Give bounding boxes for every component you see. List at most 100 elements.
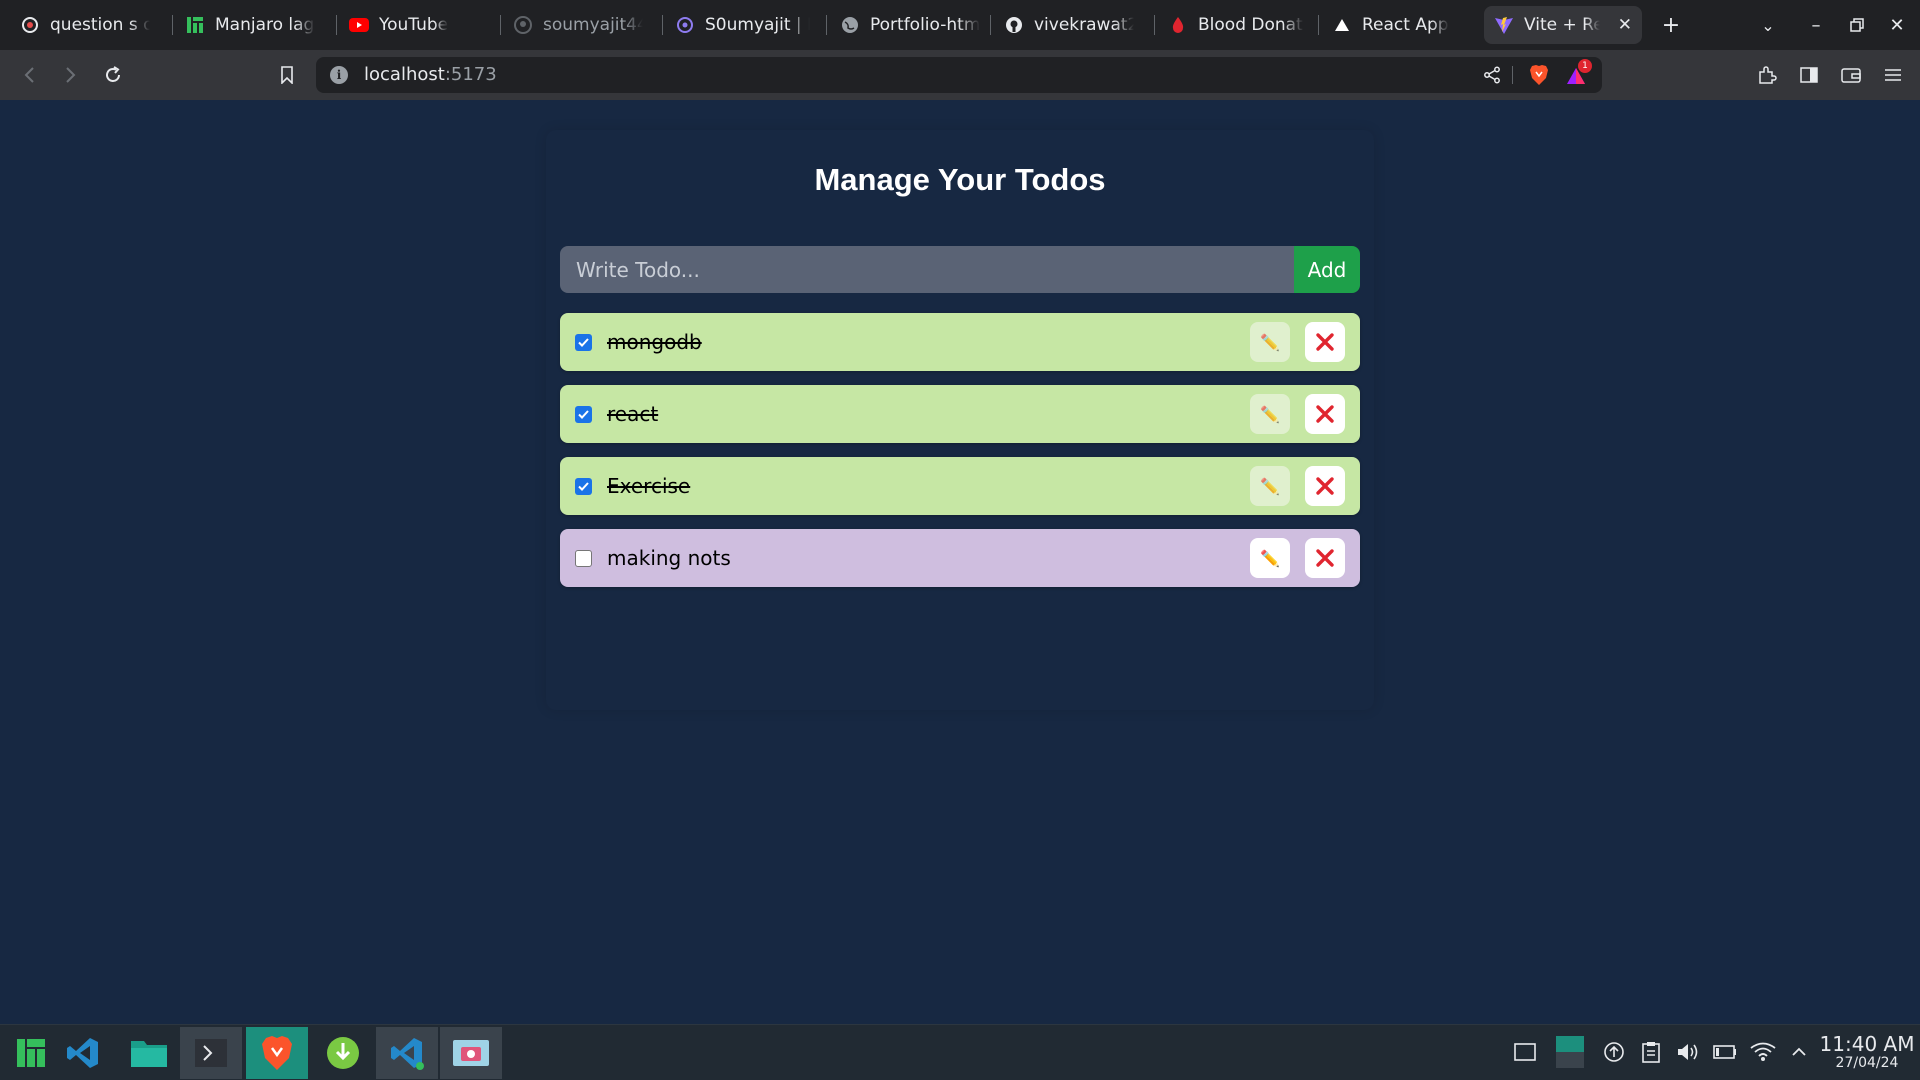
tab-label: Blood Donatio — [1198, 15, 1304, 35]
tab-github-soumyajit[interactable]: soumyajit441 — [503, 6, 653, 44]
edit-button[interactable]: ✏️ — [1250, 394, 1290, 434]
todo-text: making nots — [607, 546, 731, 570]
tab-label: S0umyajit | P — [705, 15, 810, 35]
edit-button[interactable]: ✏️ — [1250, 322, 1290, 362]
close-tab-icon[interactable]: ✕ — [1618, 15, 1632, 35]
cross-icon — [1316, 405, 1334, 423]
menu-icon[interactable] — [1878, 60, 1908, 90]
tab-label: Manjaro laggi — [215, 15, 315, 35]
share-icon[interactable] — [1480, 63, 1504, 87]
todo-item: mongodb ✏️ — [560, 313, 1360, 371]
tab-label: soumyajit441 — [543, 15, 643, 35]
tab-separator — [1154, 15, 1155, 35]
todo-checkbox[interactable] — [575, 333, 592, 351]
cross-icon — [1316, 549, 1334, 567]
notification-badge: 1 — [1578, 59, 1592, 73]
tab-separator — [336, 15, 337, 35]
url-port: :5173 — [444, 64, 497, 85]
extensions-icon[interactable] — [1752, 60, 1782, 90]
brave-icon[interactable] — [246, 1027, 308, 1079]
restore-icon[interactable] — [1842, 10, 1872, 40]
youtube-icon — [349, 15, 369, 35]
updates-icon[interactable] — [1601, 1039, 1627, 1065]
todo-item: making nots ✏️ — [560, 529, 1360, 587]
vscode-icon[interactable] — [376, 1027, 438, 1079]
wifi-icon[interactable] — [1750, 1039, 1776, 1065]
todo-checkbox[interactable] — [575, 549, 592, 567]
delete-button[interactable] — [1305, 538, 1345, 578]
vite-icon — [1494, 15, 1514, 35]
brave-shields-icon[interactable] — [1527, 63, 1551, 87]
todo-input[interactable] — [560, 246, 1294, 293]
tab-portfolio-html[interactable]: Portfolio-html — [830, 6, 990, 44]
tab-youtube[interactable]: YouTube — [339, 6, 489, 44]
tab-label: vivekrawat21/ — [1034, 15, 1134, 35]
add-button[interactable]: Add — [1294, 246, 1360, 293]
forward-icon[interactable] — [56, 60, 86, 90]
tab-search-chevron-icon[interactable]: ⌄ — [1753, 10, 1783, 40]
tab-blood-donation[interactable]: Blood Donatio — [1158, 6, 1314, 44]
pencil-icon: ✏️ — [1260, 548, 1280, 568]
tab-favicon-red-circle — [20, 15, 40, 35]
files-icon[interactable] — [118, 1027, 180, 1079]
globe-icon — [840, 15, 860, 35]
pencil-icon: ✏️ — [1260, 476, 1280, 496]
address-bar[interactable]: i localhost:5173 1 — [316, 57, 1602, 93]
todo-checkbox[interactable] — [575, 477, 592, 495]
bookmark-icon[interactable] — [272, 60, 302, 90]
brave-rewards-icon[interactable]: 1 — [1566, 59, 1592, 87]
delete-button[interactable] — [1305, 322, 1345, 362]
delete-button[interactable] — [1305, 394, 1345, 434]
tab-portfolio[interactable]: S0umyajit | P — [665, 6, 820, 44]
back-icon[interactable] — [14, 60, 44, 90]
tab-separator — [662, 15, 663, 35]
tab-separator — [172, 15, 173, 35]
blood-drop-icon — [1168, 15, 1188, 35]
taskbar: 11:40 AM 27/04/24 — [0, 1024, 1920, 1080]
reload-icon[interactable] — [98, 60, 128, 90]
url-text: localhost:5173 — [364, 64, 497, 85]
cross-icon — [1316, 333, 1334, 351]
clock-date: 27/04/24 — [1835, 1055, 1899, 1071]
downloader-icon[interactable] — [312, 1027, 374, 1079]
tab-manjaro[interactable]: Manjaro laggi — [175, 6, 325, 44]
page-title: Manage Your Todos — [814, 162, 1106, 197]
battery-icon[interactable] — [1712, 1039, 1738, 1065]
tab-github-vivek[interactable]: vivekrawat21/ — [994, 6, 1144, 44]
close-window-icon[interactable]: ✕ — [1882, 10, 1912, 40]
tab-separator — [826, 15, 827, 35]
tab-label: question s on — [50, 15, 150, 35]
minimize-icon[interactable]: – — [1801, 10, 1831, 40]
sidebar-toggle-icon[interactable] — [1794, 60, 1824, 90]
edit-button[interactable]: ✏️ — [1250, 538, 1290, 578]
screenshot-icon[interactable] — [440, 1027, 502, 1079]
tab-question[interactable]: question s on — [10, 6, 160, 44]
todo-text: react — [607, 402, 659, 426]
volume-icon[interactable] — [1675, 1039, 1701, 1065]
url-host: localhost — [364, 64, 445, 85]
pencil-icon: ✏️ — [1260, 332, 1280, 352]
cross-icon — [1316, 477, 1334, 495]
triangle-icon — [1332, 15, 1352, 35]
site-info-icon[interactable]: i — [330, 66, 348, 84]
todo-text: mongodb — [607, 330, 702, 354]
tray-expand-icon[interactable] — [1786, 1039, 1812, 1065]
github-icon — [1004, 15, 1024, 35]
clock-time: 11:40 AM — [1819, 1032, 1915, 1056]
wallet-icon[interactable] — [1836, 60, 1866, 90]
vscode-icon[interactable] — [52, 1027, 114, 1079]
clock[interactable]: 11:40 AM 27/04/24 — [1818, 1033, 1916, 1071]
omnibox-divider — [1512, 66, 1513, 84]
edit-button[interactable]: ✏️ — [1250, 466, 1290, 506]
todo-checkbox[interactable] — [575, 405, 592, 423]
new-tab-icon[interactable]: + — [1656, 10, 1686, 40]
tab-vite-react-active[interactable]: Vite + Rea ✕ — [1484, 6, 1642, 44]
clipboard-icon[interactable] — [1638, 1039, 1664, 1065]
tab-react-app[interactable]: React App — [1322, 6, 1482, 44]
workspace-pager-icon[interactable] — [1554, 1035, 1586, 1069]
show-desktop-icon[interactable] — [1512, 1039, 1538, 1065]
page-viewport: Manage Your Todos Add mongodb ✏️ react ✏… — [0, 100, 1920, 1024]
tab-strip: question s on Manjaro laggi YouTube soum… — [0, 0, 1920, 50]
delete-button[interactable] — [1305, 466, 1345, 506]
terminal-icon[interactable] — [180, 1027, 242, 1079]
